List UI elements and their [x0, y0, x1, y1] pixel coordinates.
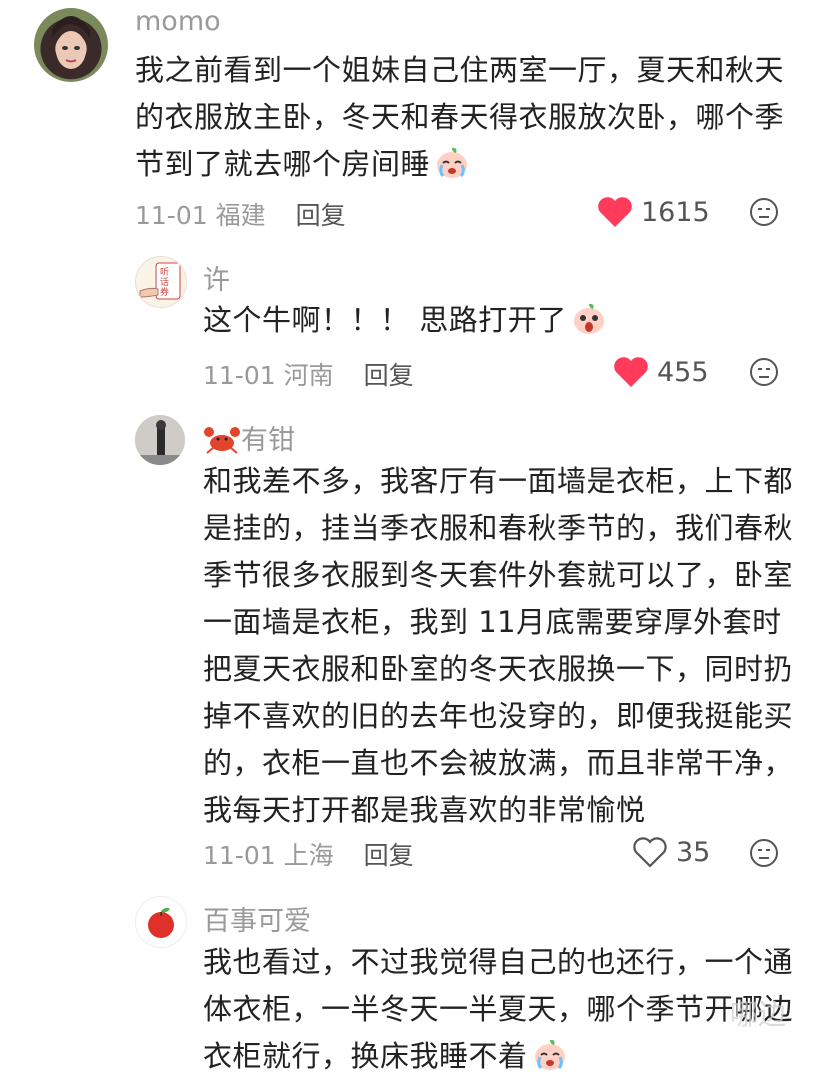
comment-line: 的衣服放主卧，冬天和春天得衣服放次卧，哪个季 — [135, 100, 785, 134]
avatar-image — [52, 16, 90, 69]
like-count: 455 — [657, 356, 709, 388]
username-row: 有钳 — [203, 418, 295, 457]
comment-line: 我每天打开都是我喜欢的非常愉悦 — [203, 793, 646, 827]
comment-line: 衣柜就行，换床我睡不着 — [203, 1033, 793, 1080]
svg-text:听: 听 — [160, 267, 169, 278]
comment-line: 是挂的，挂当季衣服和春秋季节的，我们春秋 — [203, 511, 794, 545]
avatar-baishikeai[interactable] — [135, 896, 187, 948]
comment-line: 和我差不多，我客厅有一面墙是衣柜，上下都 — [203, 464, 794, 498]
comment-meta: 11-01 福建 回复 — [135, 196, 346, 232]
crab-emoji — [204, 427, 240, 454]
apple-avatar-image — [148, 907, 174, 938]
avatar-image — [135, 415, 185, 465]
username[interactable]: momo — [135, 6, 221, 37]
surprised-peach-emoji — [573, 303, 604, 334]
reply-button[interactable]: 回复 — [364, 841, 414, 870]
crying-peach-emoji — [437, 147, 468, 178]
dislike-face-icon[interactable] — [749, 197, 779, 227]
comment-line: 的，衣柜一直也不会被放满，而且非常干净， — [203, 746, 794, 780]
comment-location: 福建 — [215, 201, 266, 230]
watermark: 哪边 — [730, 998, 787, 1031]
like-count: 35 — [676, 836, 711, 868]
comment-line: 我之前看到一个姐妹自己住两室一厅，夏天和秋天 — [135, 53, 785, 87]
like-button[interactable]: 455 — [613, 356, 709, 388]
comment-meta: 11-01 上海 回复 — [203, 836, 414, 872]
comment-line-text: 这个牛啊！！！ 思路打开了 — [203, 303, 567, 337]
comment-line: 这个牛啊！！！ 思路打开了 — [203, 297, 607, 344]
comment-line: 把夏天衣服和卧室的冬天衣服换一下，同时扔 — [203, 652, 794, 686]
heart-outline-icon — [633, 837, 667, 868]
like-button[interactable]: 1615 — [597, 196, 710, 228]
comment-line-text: 衣柜就行，换床我睡不着 — [203, 1039, 528, 1073]
svg-text:话: 话 — [160, 276, 169, 288]
username[interactable]: 许 — [203, 258, 230, 297]
avatar-momo[interactable] — [34, 8, 108, 82]
comment-line: 掉不喜欢的旧的去年也没穿的，即便我挺能买 — [203, 699, 794, 733]
comment-date: 11-01 — [203, 841, 276, 870]
like-button[interactable]: 35 — [632, 836, 710, 868]
comment-line: 我也看过，不过我觉得自己的也还行，一个通 — [203, 945, 794, 979]
dislike-face-icon[interactable] — [749, 838, 779, 868]
avatar-xu[interactable]: 听 话 券 — [135, 256, 187, 308]
username[interactable]: 百事可爱 — [203, 899, 311, 938]
reply-button[interactable]: 回复 — [364, 361, 414, 390]
comment-location: 上海 — [283, 841, 334, 870]
comment-line-text: 节到了就去哪个房间睡 — [135, 147, 431, 181]
avatar-youqian[interactable] — [135, 415, 185, 465]
avatar-image: 听 话 券 — [139, 262, 181, 300]
comment-text: 我之前看到一个姐妹自己住两室一厅，夏天和秋天 的衣服放主卧，冬天和春天得衣服放次… — [135, 47, 784, 188]
comment-text: 我也看过，不过我觉得自己的也还行，一个通 体衣柜，一半冬天一半夏天，哪个季节开哪… — [203, 939, 793, 1080]
heart-filled-icon — [614, 357, 648, 387]
dislike-face-icon[interactable] — [749, 357, 779, 387]
comment-text: 和我差不多，我客厅有一面墙是衣柜，上下都 是挂的，挂当季衣服和春秋季节的，我们春… — [203, 458, 793, 834]
svg-text:券: 券 — [160, 286, 169, 298]
comment-date: 11-01 — [203, 361, 276, 390]
comment-line: 季节很多衣服到冬天套件外套就可以了，卧室 — [203, 558, 794, 592]
reply-button[interactable]: 回复 — [296, 201, 346, 230]
like-count: 1615 — [641, 196, 710, 228]
comment-meta: 11-01 河南 回复 — [203, 356, 414, 392]
comment-text: 这个牛啊！！！ 思路打开了 — [203, 297, 607, 344]
comment-line: 一面墙是衣柜，我到 11月底需要穿厚外套时 — [203, 605, 782, 639]
comment-date: 11-01 — [135, 201, 208, 230]
comment-line: 体衣柜，一半冬天一半夏天，哪个季节开哪边 — [203, 992, 794, 1026]
username[interactable]: 有钳 — [241, 425, 295, 456]
crying-peach-emoji — [534, 1039, 565, 1070]
comment-line: 节到了就去哪个房间睡 — [135, 141, 784, 188]
comment-location: 河南 — [283, 361, 334, 390]
heart-filled-icon — [598, 197, 632, 227]
